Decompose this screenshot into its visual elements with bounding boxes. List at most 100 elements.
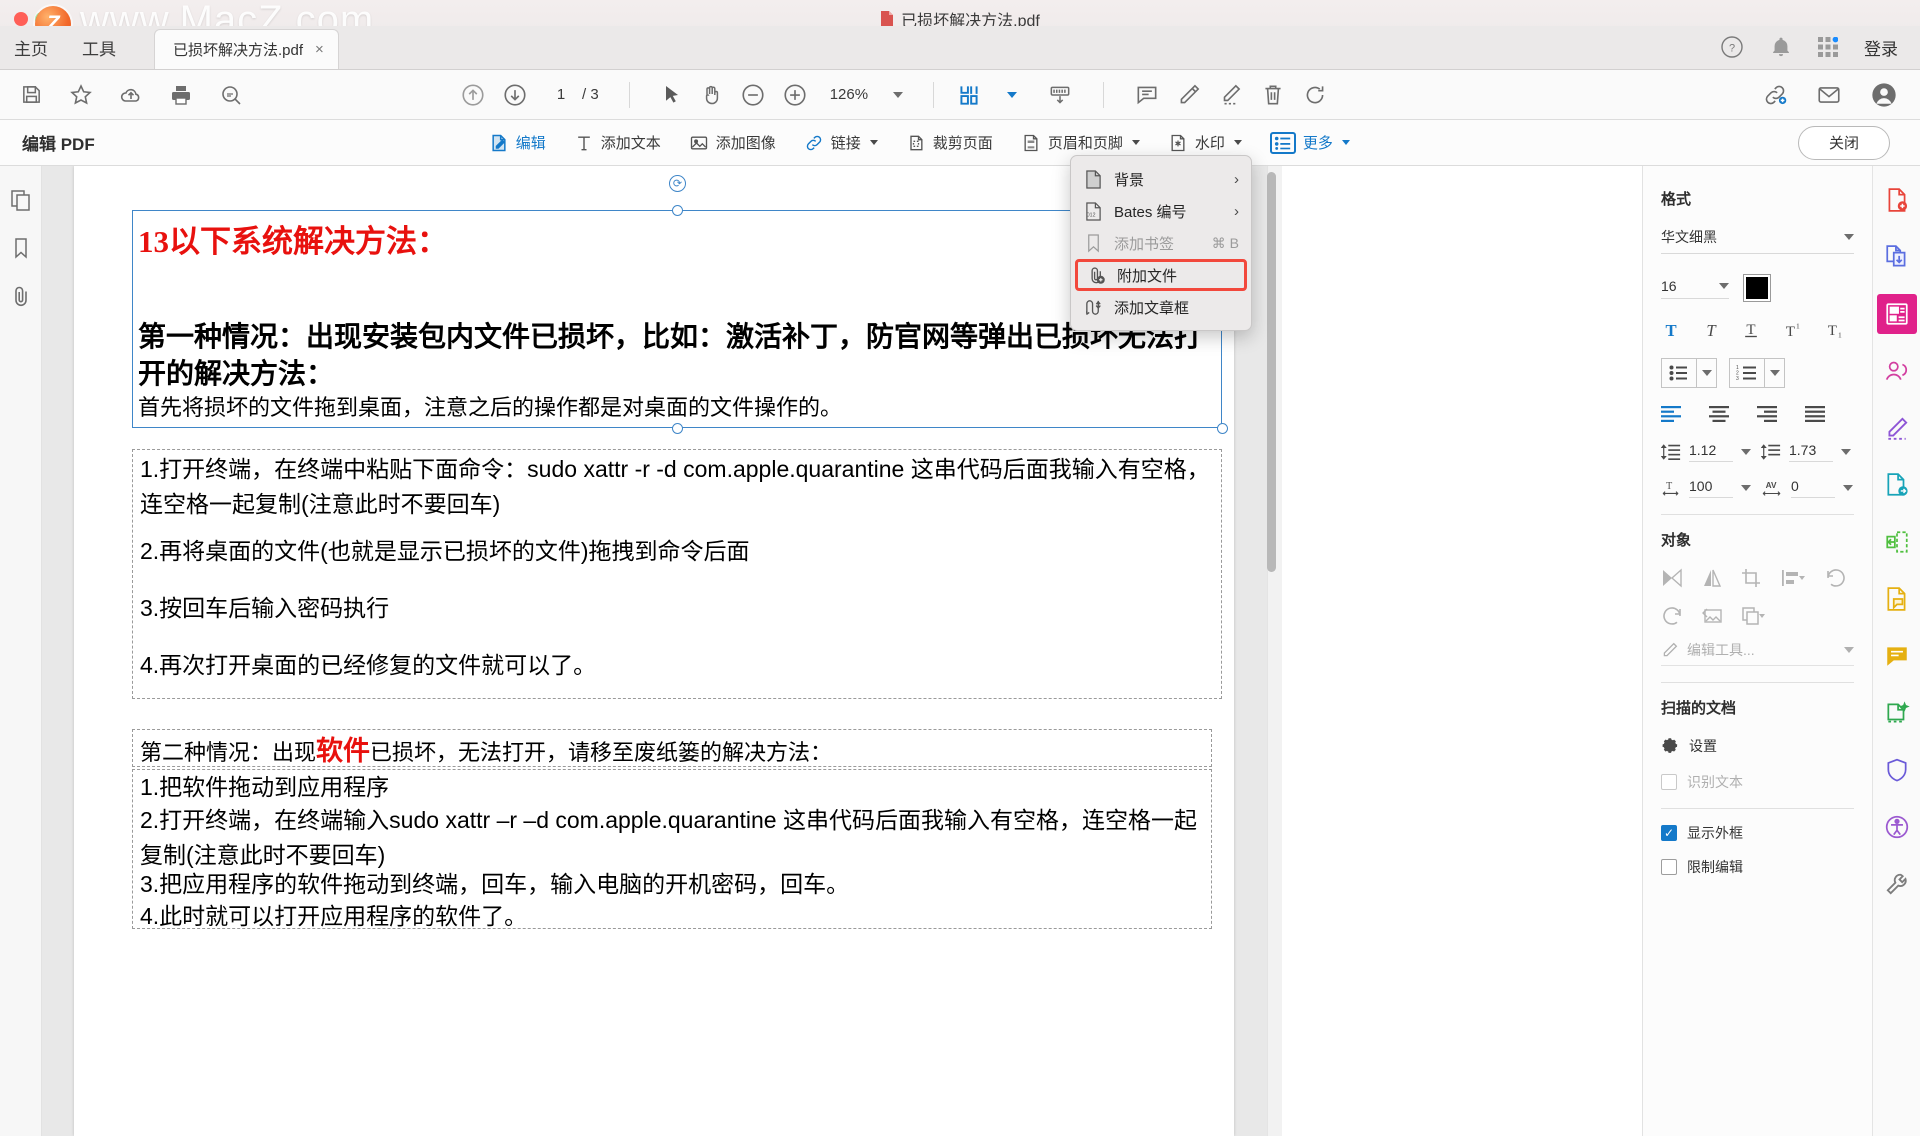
sign-icon[interactable] [1877,408,1917,448]
pages-thumbnail-icon[interactable] [9,188,33,212]
doc-step-a2[interactable]: 2.再将桌面的文件(也就是显示已损坏的文件)拖拽到命令后面 [140,534,1210,569]
create-pdf-icon[interactable] [1877,180,1917,220]
watermark-button[interactable]: 水印 [1164,128,1246,157]
doc-step-a1[interactable]: 1.打开终端，在终端中粘贴下面命令：sudo xattr -r -d com.a… [140,452,1215,521]
bold-T-icon[interactable]: T [1661,320,1681,340]
close-icon[interactable]: × [315,41,324,58]
doc-red-title[interactable]: 13以下系统解决方法： [138,223,1138,260]
menu-item-background[interactable]: 背景 › [1071,163,1251,195]
rotate-icon[interactable] [1302,82,1328,108]
font-color-swatch[interactable] [1743,274,1771,302]
canvas-scrollbar-track[interactable] [1267,166,1282,1136]
page-up-icon[interactable] [460,82,486,108]
highlight-pen-icon[interactable] [1176,82,1202,108]
page-down-icon[interactable] [502,82,528,108]
add-image-button[interactable]: 添加图像 [685,128,780,157]
align-center-icon[interactable] [1709,406,1731,422]
accessibility-icon[interactable] [1877,807,1917,847]
resize-handle-bottom-right[interactable] [1217,423,1228,434]
arrange-icon[interactable] [1741,606,1767,626]
annotate-icon[interactable] [1877,579,1917,619]
menu-item-add-bookmark[interactable]: 添加书签 ⌘ B [1071,227,1251,259]
page-indicator[interactable]: / 3 [544,86,599,103]
bullet-list-chevron-down-icon[interactable] [1696,359,1716,387]
rotate-handle[interactable]: ⟳ [669,175,686,192]
comment-rail-icon[interactable] [1877,636,1917,676]
resize-handle-top[interactable] [672,205,683,216]
export-pdf-icon[interactable] [1877,465,1917,505]
hand-icon[interactable] [700,83,724,107]
fit-width-icon[interactable] [1047,82,1073,108]
edit-pdf-rail-icon[interactable] [1877,294,1917,334]
convert-pdf-icon[interactable] [1877,237,1917,277]
show-outline-checkbox[interactable]: ✓ [1661,825,1677,841]
menu-item-home[interactable]: 主页 [14,35,48,60]
signature-icon[interactable] [1218,82,1244,108]
bullet-list-button[interactable] [1661,358,1717,388]
bell-icon[interactable] [1770,36,1792,58]
link-button[interactable]: 链接 [800,128,882,157]
edit-tool-select[interactable]: 编辑工具... [1661,640,1854,666]
align-left-icon[interactable] [1661,406,1683,422]
canvas-scrollbar-thumb[interactable] [1267,172,1276,572]
more-button[interactable]: 更多 [1266,128,1354,158]
select-arrow-icon[interactable] [660,83,684,107]
cloud-upload-icon[interactable] [119,83,143,107]
attachment-panel-icon[interactable] [9,284,33,308]
bookmark-panel-icon[interactable] [9,236,33,260]
trash-icon[interactable] [1260,82,1286,108]
char-tracking-field[interactable]: AV 0 [1761,478,1853,498]
doc-step-b2[interactable]: 2.打开终端，在终端输入sudo xattr –r –d com.apple.q… [140,803,1205,872]
font-size-select[interactable]: 16 [1661,278,1729,299]
search-icon[interactable] [219,83,243,107]
doc-case2-heading[interactable]: 第二种情况：出现软件已损坏，无法打开，请移至废纸篓的解决方法： [140,731,1200,772]
save-icon[interactable] [20,83,43,106]
doc-heading[interactable]: 第一种情况：出现安装包内文件已损坏，比如：激活补丁，防官网等弹出已损坏无法打开的… [138,318,1224,392]
comment-icon[interactable] [1134,82,1160,108]
numbered-list-button[interactable]: 123 [1729,358,1785,388]
protect-icon[interactable] [1877,750,1917,790]
char-scale-field[interactable]: T 100 [1661,478,1751,498]
print-icon[interactable] [169,83,193,107]
doc-step-b4[interactable]: 4.此时就可以打开应用程序的软件了。 [140,899,1200,934]
tools-wrench-icon[interactable] [1877,864,1917,904]
align-objects-icon[interactable] [1781,568,1807,588]
menu-item-add-article-box[interactable]: 添加文章框 [1071,291,1251,323]
crop-icon[interactable] [1741,568,1763,588]
align-right-icon[interactable] [1757,406,1779,422]
page-number-input[interactable] [544,86,578,103]
underline-T-icon[interactable]: T [1741,320,1761,340]
superscript-T-icon[interactable]: T1 [1781,320,1803,340]
doc-step-b1[interactable]: 1.把软件拖动到应用程序 [140,770,1200,805]
doc-step-a3[interactable]: 3.按回车后输入密码执行 [140,591,1210,626]
paragraph-spacing-field[interactable]: 1.73 [1761,442,1851,462]
header-footer-button[interactable]: 页眉和页脚 [1017,128,1144,157]
doc-step-a4[interactable]: 4.再次打开桌面的已经修复的文件就可以了。 [140,648,1210,683]
redact-icon[interactable] [1877,351,1917,391]
doc-subline[interactable]: 首先将损坏的文件拖到桌面，注意之后的操作都是对桌面的文件操作的。 [138,393,1198,423]
crop-page-button[interactable]: 裁剪页面 [902,128,997,157]
flip-horizontal-icon[interactable] [1661,568,1683,588]
apps-grid-icon[interactable] [1818,37,1838,57]
replace-image-icon[interactable] [1701,606,1723,626]
numbered-list-chevron-down-icon[interactable] [1764,359,1784,387]
add-text-button[interactable]: 添加文本 [570,128,665,157]
menu-item-bates-number[interactable]: 012 Bates 编号 › [1071,195,1251,227]
resize-handle-bottom-mid[interactable] [672,423,683,434]
rotate-left-icon[interactable] [1825,568,1847,588]
share-link-icon[interactable] [1762,82,1788,108]
zoom-level-value[interactable]: 126% [830,86,868,103]
subscript-T-icon[interactable]: T1 [1823,320,1845,340]
signin-button[interactable]: 登录 [1864,35,1898,60]
align-justify-icon[interactable] [1805,406,1827,422]
font-family-select[interactable]: 华文细黑 [1661,227,1854,254]
line-spacing-field[interactable]: 1.12 [1661,442,1751,462]
menu-item-attach-file[interactable]: 附加文件 [1075,259,1247,291]
more-dropdown-menu[interactable]: 背景 › 012 Bates 编号 › 添加书签 ⌘ B 附加文件 [1070,155,1252,331]
help-circle-icon[interactable]: ? [1720,35,1744,59]
menu-item-tools[interactable]: 工具 [82,35,116,60]
ocr-icon[interactable] [1877,693,1917,733]
restrict-edit-row[interactable]: 限制编辑 [1661,857,1854,877]
ocr-row[interactable]: 识别文本 [1661,772,1854,792]
account-icon[interactable] [1870,81,1898,109]
